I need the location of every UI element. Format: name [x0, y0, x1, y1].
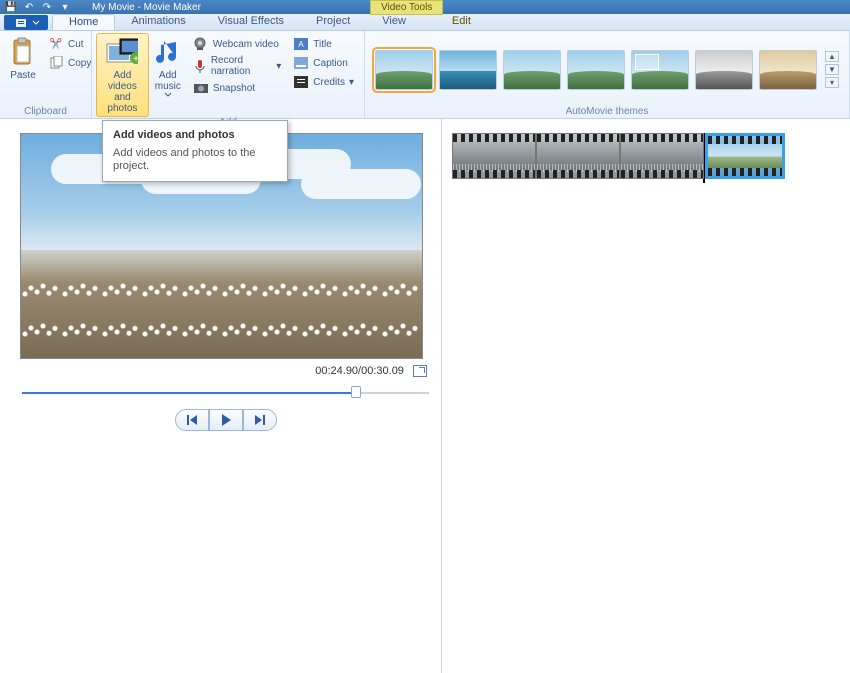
ribbon: Paste ✂️ Cut Copy Clipboard — [0, 31, 850, 119]
credits-icon — [293, 74, 309, 90]
svg-text:+: + — [133, 54, 138, 65]
theme-thumbnail-5[interactable] — [631, 50, 689, 90]
credits-button[interactable]: Credits ▾ — [289, 73, 358, 91]
snapshot-button[interactable]: Snapshot — [189, 79, 285, 97]
quick-access-toolbar: 💾 ↶ ↷ ▾ — [4, 1, 72, 13]
chevron-down-icon — [32, 19, 40, 27]
tooltip-body: Add videos and photos to the project. — [113, 147, 277, 173]
fullscreen-button[interactable] — [413, 365, 427, 377]
webcam-label: Webcam video — [213, 39, 279, 50]
work-area: 00:24.90/00:30.09 — [0, 119, 850, 673]
credits-label: Credits — [313, 77, 345, 88]
webcam-video-button[interactable]: Webcam video — [189, 35, 285, 53]
chevron-down-icon — [164, 92, 172, 98]
timeline-strip — [452, 133, 840, 183]
theme-thumbnail-7[interactable] — [759, 50, 817, 90]
playback-controls — [20, 409, 431, 431]
seek-bar[interactable] — [22, 389, 429, 397]
timecode-row: 00:24.90/00:30.09 — [20, 365, 427, 377]
tab-animations[interactable]: Animations — [115, 14, 201, 30]
copy-icon — [48, 55, 64, 71]
themes-expand[interactable]: ▾ — [825, 77, 839, 88]
copy-label: Copy — [68, 58, 91, 69]
tab-visual-effects[interactable]: Visual Effects — [202, 14, 300, 30]
cut-label: Cut — [68, 39, 84, 50]
add-videos-photos-icon: + — [106, 36, 138, 68]
file-menu-icon — [15, 18, 29, 28]
snapshot-icon — [193, 80, 209, 96]
paste-label: Paste — [10, 70, 36, 81]
tab-edit[interactable]: Edit — [436, 14, 487, 30]
timecode: 00:24.90/00:30.09 — [315, 365, 404, 377]
music-icon — [152, 36, 184, 68]
ribbon-group-add: + Add videos and photos Add music Webcam… — [92, 31, 365, 118]
seek-thumb[interactable] — [351, 386, 361, 398]
paste-button[interactable]: Paste — [4, 33, 42, 84]
webcam-icon — [193, 36, 209, 52]
title-button[interactable]: A Title — [289, 35, 358, 53]
paste-icon — [7, 36, 39, 68]
microphone-icon — [193, 58, 207, 74]
copy-button[interactable]: Copy — [44, 54, 95, 72]
preview-pane: 00:24.90/00:30.09 — [0, 119, 442, 673]
caption-button[interactable]: Caption — [289, 54, 358, 72]
tab-view[interactable]: View — [366, 14, 422, 30]
add-videos-photos-button[interactable]: + Add videos and photos — [96, 33, 149, 117]
preview-content — [21, 258, 422, 348]
theme-thumbnail-6[interactable] — [695, 50, 753, 90]
tab-project[interactable]: Project — [300, 14, 366, 30]
timeline-photo-1[interactable] — [705, 133, 785, 179]
add-music-label: Add music — [155, 70, 181, 92]
ribbon-group-automovie: ▲ ▼ ▾ AutoMovie themes — [365, 31, 850, 118]
snapshot-label: Snapshot — [213, 83, 255, 94]
timeline-clip-3[interactable] — [620, 133, 704, 179]
themes-scroll-up[interactable]: ▲ — [825, 51, 839, 62]
next-frame-button[interactable] — [243, 409, 277, 431]
qat-dropdown-icon[interactable]: ▾ — [58, 1, 72, 13]
timeline-pane[interactable] — [442, 119, 850, 673]
record-label: Record narration — [211, 55, 272, 77]
save-icon[interactable]: 💾 — [4, 1, 18, 13]
title-icon: A — [293, 36, 309, 52]
ribbon-tabstrip: Home Animations Visual Effects Project V… — [0, 14, 850, 31]
themes-scroll-down[interactable]: ▼ — [825, 64, 839, 75]
caption-icon — [293, 55, 309, 71]
caption-label: Caption — [313, 58, 347, 69]
cut-button[interactable]: ✂️ Cut — [44, 35, 95, 53]
context-tab-label: Video Tools — [370, 0, 443, 15]
prev-frame-button[interactable] — [175, 409, 209, 431]
clipboard-group-label: Clipboard — [4, 106, 87, 118]
cut-icon: ✂️ — [48, 36, 64, 52]
chevron-down-icon: ▾ — [276, 61, 281, 72]
ribbon-group-clipboard: Paste ✂️ Cut Copy Clipboard — [0, 31, 92, 118]
timeline-clip-2[interactable] — [536, 133, 620, 179]
tooltip-title: Add videos and photos — [113, 129, 277, 141]
tooltip-add-videos: Add videos and photos Add videos and pho… — [102, 120, 288, 182]
seek-fill — [22, 392, 356, 394]
theme-thumbnail-1[interactable] — [375, 50, 433, 90]
title-bar: 💾 ↶ ↷ ▾ My Movie - Movie Maker Video Too… — [0, 0, 850, 14]
chevron-down-icon: ▾ — [349, 77, 354, 88]
timeline-clip-1[interactable] — [452, 133, 536, 179]
theme-thumbnail-3[interactable] — [503, 50, 561, 90]
title-label: Title — [313, 39, 332, 50]
play-button[interactable] — [209, 409, 243, 431]
svg-text:A: A — [299, 40, 305, 49]
add-videos-label: Add videos and photos — [101, 70, 144, 114]
undo-icon[interactable]: ↶ — [22, 1, 36, 13]
redo-icon[interactable]: ↷ — [40, 1, 54, 13]
window-title: My Movie - Movie Maker — [92, 2, 201, 13]
add-music-button[interactable]: Add music — [149, 33, 187, 101]
file-menu-button[interactable] — [4, 15, 48, 30]
theme-thumbnail-2[interactable] — [439, 50, 497, 90]
automovie-group-label: AutoMovie themes — [369, 106, 845, 118]
theme-thumbnail-4[interactable] — [567, 50, 625, 90]
record-narration-button[interactable]: Record narration ▾ — [189, 54, 285, 78]
tab-home[interactable]: Home — [52, 14, 115, 30]
